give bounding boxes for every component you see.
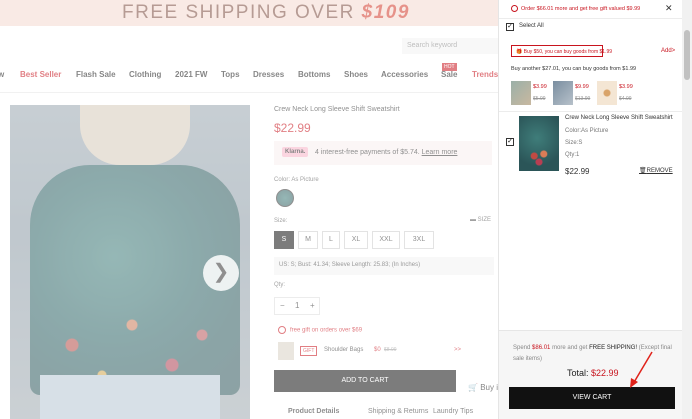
- annotation-arrow-icon: [630, 351, 653, 388]
- page: FREE SHIPPING OVER $109 Search keyword w…: [0, 0, 692, 419]
